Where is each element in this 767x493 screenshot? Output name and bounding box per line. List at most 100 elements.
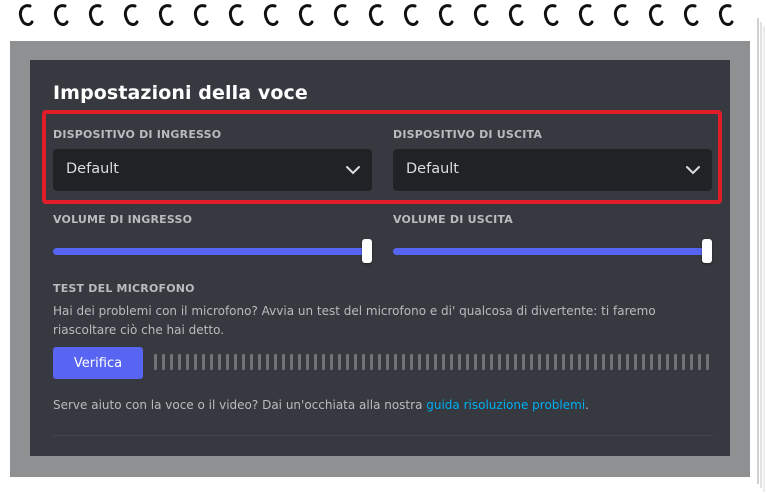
spiral-ring xyxy=(508,4,524,26)
spiral-ring xyxy=(228,4,244,26)
meter-bar xyxy=(594,354,597,370)
meter-bar xyxy=(474,354,477,370)
meter-bar xyxy=(186,354,189,370)
spiral-ring xyxy=(298,4,314,26)
spiral-ring xyxy=(53,4,69,26)
verify-button[interactable]: Verifica xyxy=(53,347,143,379)
meter-bar xyxy=(650,354,653,370)
meter-bar xyxy=(450,354,453,370)
meter-bar xyxy=(506,354,509,370)
meter-bar xyxy=(378,354,381,370)
meter-bar xyxy=(458,354,461,370)
help-text-body: Serve aiuto con la voce o il video? Dai … xyxy=(53,398,427,412)
spiral-ring xyxy=(578,4,594,26)
spiral-ring xyxy=(158,4,174,26)
meter-bar xyxy=(642,354,645,370)
input-volume-slider[interactable] xyxy=(53,248,369,255)
spiral-ring xyxy=(473,4,489,26)
meter-bar xyxy=(258,354,261,370)
meter-bar xyxy=(394,354,397,370)
meter-bar xyxy=(634,354,637,370)
meter-bar xyxy=(410,354,413,370)
meter-bar xyxy=(218,354,221,370)
meter-bar xyxy=(242,354,245,370)
meter-bar xyxy=(346,354,349,370)
meter-bar xyxy=(698,354,701,370)
help-text: Serve aiuto con la voce o il video? Dai … xyxy=(53,398,589,412)
mic-test-description: Hai dei problemi con il microfono? Avvia… xyxy=(53,304,656,337)
meter-bar xyxy=(194,354,197,370)
spiral-ring xyxy=(263,4,279,26)
meter-bar xyxy=(362,354,365,370)
meter-bar xyxy=(266,354,269,370)
spiral-ring xyxy=(543,4,559,26)
meter-bar xyxy=(618,354,621,370)
spiral-ring xyxy=(88,4,104,26)
spiral-ring xyxy=(18,4,34,26)
meter-bar xyxy=(498,354,501,370)
meter-bar xyxy=(386,354,389,370)
meter-bar xyxy=(658,354,661,370)
meter-bar xyxy=(330,354,333,370)
spiral-ring xyxy=(403,4,419,26)
meter-bar xyxy=(202,354,205,370)
mic-level-meter xyxy=(154,354,709,370)
meter-bar xyxy=(434,354,437,370)
meter-bar xyxy=(578,354,581,370)
spiral-ring xyxy=(368,4,384,26)
meter-bar xyxy=(546,354,549,370)
meter-bar xyxy=(354,354,357,370)
spiral-ring xyxy=(438,4,454,26)
meter-bar xyxy=(466,354,469,370)
output-volume-handle[interactable] xyxy=(702,239,712,263)
meter-bar xyxy=(538,354,541,370)
meter-bar xyxy=(162,354,165,370)
meter-bar xyxy=(490,354,493,370)
meter-bar xyxy=(250,354,253,370)
spiral-ring xyxy=(333,4,349,26)
meter-bar xyxy=(586,354,589,370)
page-stack-edge xyxy=(757,18,759,484)
mic-test-title: TEST DEL MICROFONO xyxy=(53,282,195,295)
meter-bar xyxy=(666,354,669,370)
meter-bar xyxy=(602,354,605,370)
meter-bar xyxy=(570,354,573,370)
meter-bar xyxy=(274,354,277,370)
meter-bar xyxy=(370,354,373,370)
meter-bar xyxy=(426,354,429,370)
meter-bar xyxy=(706,354,709,370)
meter-bar xyxy=(226,354,229,370)
output-volume-label: VOLUME DI USCITA xyxy=(393,213,513,226)
section-divider xyxy=(53,435,713,436)
meter-bar xyxy=(322,354,325,370)
spiral-ring xyxy=(648,4,664,26)
spiral-ring xyxy=(123,4,139,26)
spiral-ring xyxy=(683,4,699,26)
meter-bar xyxy=(306,354,309,370)
input-volume-handle[interactable] xyxy=(362,239,372,263)
meter-bar xyxy=(442,354,445,370)
meter-bar xyxy=(418,354,421,370)
meter-bar xyxy=(298,354,301,370)
input-volume-label: VOLUME DI INGRESSO xyxy=(53,213,193,226)
meter-bar xyxy=(690,354,693,370)
meter-bar xyxy=(514,354,517,370)
meter-bar xyxy=(482,354,485,370)
meter-bar xyxy=(154,354,157,370)
meter-bar xyxy=(290,354,293,370)
help-text-suffix: . xyxy=(585,398,589,412)
meter-bar xyxy=(554,354,557,370)
meter-bar xyxy=(338,354,341,370)
meter-bar xyxy=(682,354,685,370)
meter-bar xyxy=(314,354,317,370)
section-title: Impostazioni della voce xyxy=(53,82,308,104)
meter-bar xyxy=(522,354,525,370)
meter-bar xyxy=(674,354,677,370)
troubleshooting-guide-link[interactable]: guida risoluzione problemi xyxy=(426,398,585,412)
output-volume-slider[interactable] xyxy=(393,248,709,255)
spiral-binding-decoration xyxy=(18,4,734,26)
meter-bar xyxy=(170,354,173,370)
meter-bar xyxy=(626,354,629,370)
meter-bar xyxy=(562,354,565,370)
meter-bar xyxy=(610,354,613,370)
